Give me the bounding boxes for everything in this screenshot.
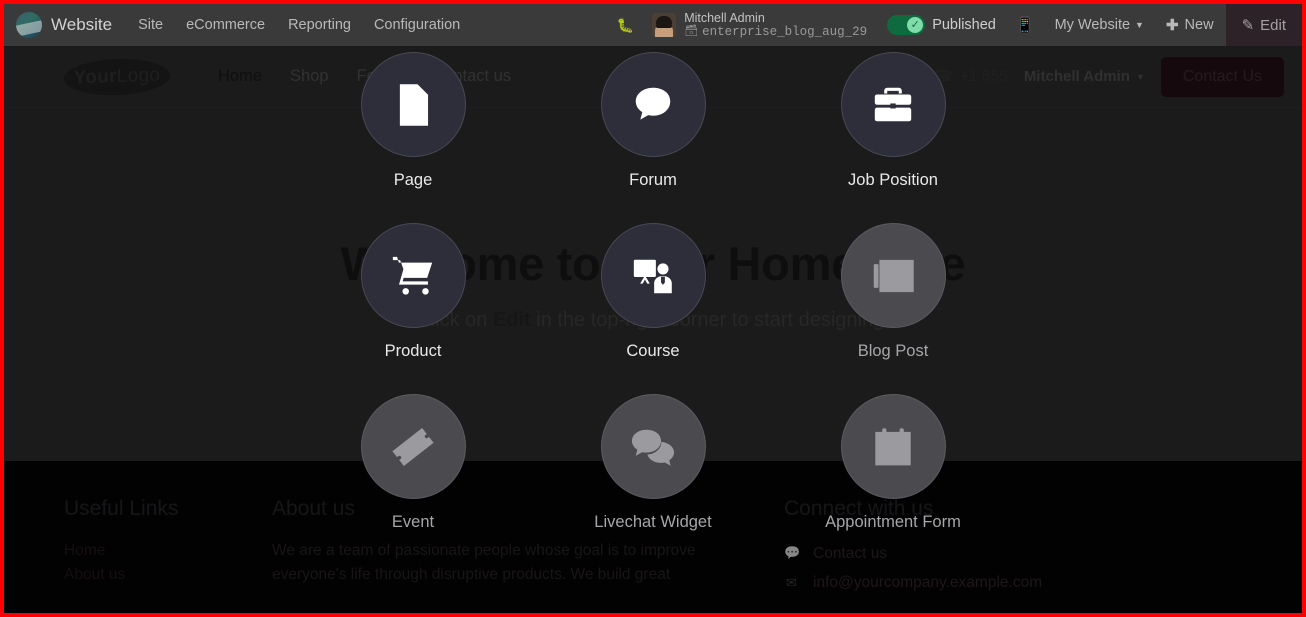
check-circle-icon: ✓ <box>907 17 924 33</box>
browser-screen: Website Site eCommerce Reporting Configu… <box>0 0 1306 617</box>
new-content-tile-appointment-form[interactable]: Appointment Form <box>773 394 1013 565</box>
presenter-icon <box>633 259 672 293</box>
avatar <box>652 13 677 37</box>
tile-circle <box>360 223 466 328</box>
system-bar-right: 🐛 Mitchell Admin 🗃 enterprise_blog_aug_2… <box>609 4 1302 46</box>
mobile-icon[interactable]: 📱 <box>1006 16 1045 34</box>
new-content-tile-course[interactable]: Course <box>533 223 773 394</box>
tile-circle <box>360 394 466 499</box>
pencil-icon: ✎ <box>1241 17 1255 34</box>
menu-item-reporting[interactable]: Reporting <box>288 17 351 33</box>
new-content-tile-livechat-widget[interactable]: Livechat Widget <box>533 394 773 565</box>
publish-label: Published <box>932 17 996 33</box>
new-button[interactable]: ✚ New <box>1154 16 1226 34</box>
viewport: Website Site eCommerce Reporting Configu… <box>4 4 1302 613</box>
tile-label: Page <box>393 171 433 189</box>
new-content-tile-job-position[interactable]: Job Position <box>773 52 1013 223</box>
new-content-tile-event[interactable]: Event <box>293 394 533 565</box>
ticket-icon <box>392 427 434 466</box>
tile-circle <box>600 223 706 328</box>
user-name: Mitchell Admin <box>684 11 765 25</box>
new-content-tile-page[interactable]: Page <box>293 52 533 223</box>
tile-label: Appointment Form <box>825 513 961 531</box>
menu-item-site[interactable]: Site <box>138 17 163 33</box>
app-brand[interactable]: Website <box>4 12 112 38</box>
edit-button-label: Edit <box>1260 16 1286 34</box>
tile-label: Forum <box>629 171 677 189</box>
bug-icon[interactable]: 🐛 <box>609 17 642 34</box>
new-content-tile-forum[interactable]: Forum <box>533 52 773 223</box>
file-icon <box>399 83 429 126</box>
app-name: Website <box>51 15 113 34</box>
cart-icon <box>392 256 433 295</box>
comment-icon <box>635 87 671 120</box>
new-content-tile-blog-post[interactable]: Blog Post <box>773 223 1013 394</box>
briefcase-icon <box>874 87 912 121</box>
menu-item-ecommerce[interactable]: eCommerce <box>186 17 265 33</box>
odoo-system-bar: Website Site eCommerce Reporting Configu… <box>4 4 1302 46</box>
system-menu: Site eCommerce Reporting Configuration <box>138 17 460 33</box>
newspaper-icon <box>873 259 914 292</box>
tile-circle <box>840 52 946 157</box>
tile-circle <box>600 52 706 157</box>
menu-item-configuration[interactable]: Configuration <box>374 17 460 33</box>
edit-button[interactable]: ✎ Edit <box>1225 4 1302 46</box>
plus-icon: ✚ <box>1165 17 1179 34</box>
tile-circle <box>600 394 706 499</box>
publish-toggle[interactable]: ✓ Published <box>877 15 1006 35</box>
tile-circle <box>840 223 946 328</box>
tile-label: Course <box>626 342 680 360</box>
new-content-picker: Page Forum Job Position Product Course B… <box>4 46 1302 613</box>
odoo-logo-icon <box>16 12 42 38</box>
site-selector-label: My Website <box>1054 17 1131 33</box>
chevron-down-icon: ▼ <box>1135 20 1144 30</box>
tile-label: Livechat Widget <box>594 513 712 531</box>
tile-label: Event <box>391 513 435 531</box>
user-menu[interactable]: Mitchell Admin 🗃 enterprise_blog_aug_29 <box>642 11 877 39</box>
new-content-tile-product[interactable]: Product <box>293 223 533 394</box>
calendar-icon <box>875 427 911 465</box>
comments-icon <box>631 429 675 466</box>
site-selector[interactable]: My Website ▼ <box>1045 17 1154 33</box>
database-label: 🗃 enterprise_blog_aug_29 <box>684 25 867 39</box>
publish-switch[interactable]: ✓ <box>887 15 926 35</box>
tile-label: Job Position <box>848 171 938 189</box>
tile-label: Blog Post <box>857 342 929 360</box>
tile-circle <box>840 394 946 499</box>
database-name: enterprise_blog_aug_29 <box>702 25 868 39</box>
user-info: Mitchell Admin 🗃 enterprise_blog_aug_29 <box>684 11 867 39</box>
database-icon: 🗃 <box>684 25 699 38</box>
tile-circle <box>360 52 466 157</box>
tile-label: Product <box>384 342 442 360</box>
new-button-label: New <box>1184 17 1214 33</box>
